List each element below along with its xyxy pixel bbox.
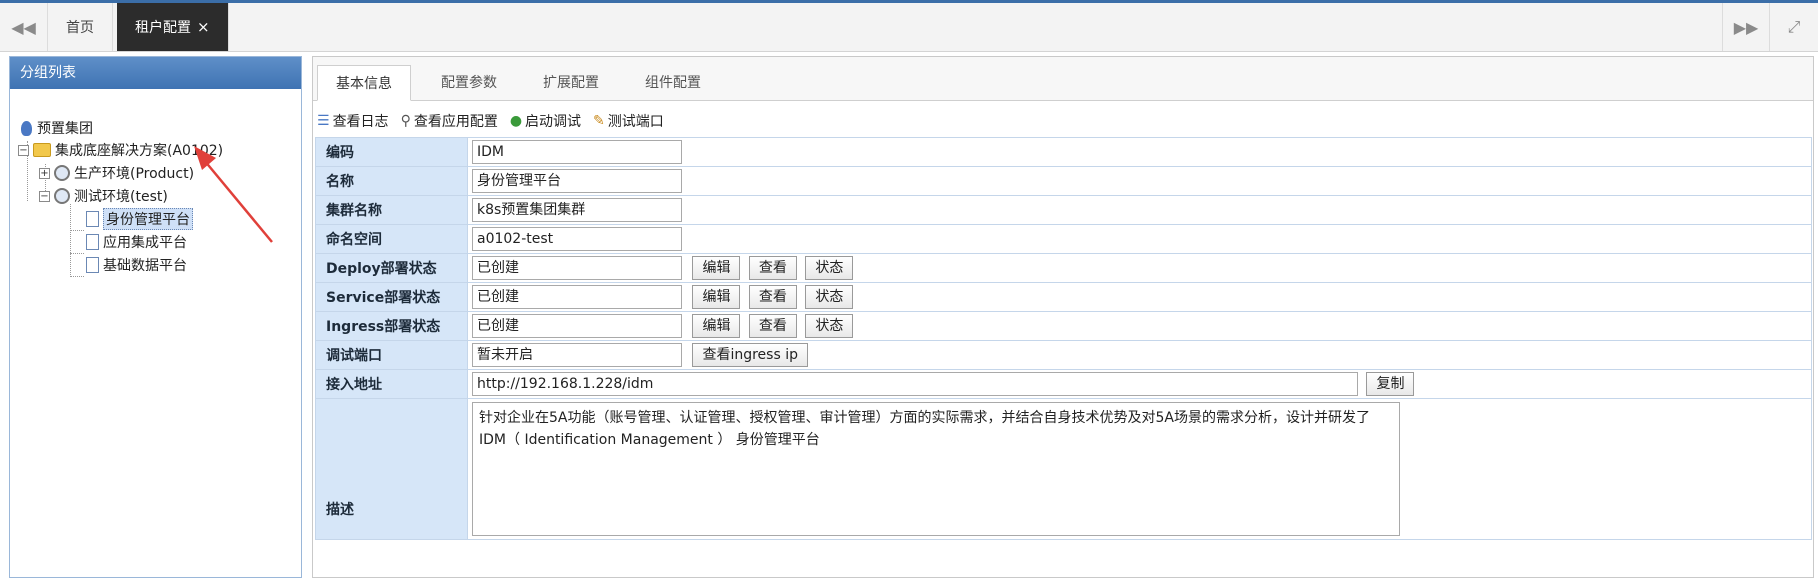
ingress-view-button[interactable]: 查看 xyxy=(748,314,797,338)
tree-node-app-integration[interactable]: 应用集成平台 xyxy=(86,231,187,253)
tree-node-env-test[interactable]: − 测试环境(test) xyxy=(39,185,168,207)
description-label: 描述 xyxy=(315,398,468,540)
form-row-ingress: Ingress部署状态 已创建 编辑 查看 状态 xyxy=(315,311,1812,341)
environment-icon xyxy=(54,165,70,181)
ingress-status-label: Ingress部署状态 xyxy=(315,311,468,341)
deploy-status-field[interactable]: 已创建 xyxy=(472,256,682,280)
tab-extended-config[interactable]: 扩展配置 xyxy=(525,65,617,101)
start-debug-button[interactable]: ● 启动调试 xyxy=(510,111,581,131)
service-view-button[interactable]: 查看 xyxy=(748,285,797,309)
form-row-service: Service部署状态 已创建 编辑 查看 状态 xyxy=(315,282,1812,312)
deploy-status-button[interactable]: 状态 xyxy=(805,256,854,280)
folder-icon xyxy=(33,143,51,157)
form-row-deploy: Deploy部署状态 已创建 编辑 查看 状态 xyxy=(315,253,1812,283)
tab-config-params[interactable]: 配置参数 xyxy=(423,65,515,101)
cluster-field[interactable]: k8s预置集团集群 xyxy=(472,198,682,222)
access-url-field[interactable]: http://192.168.1.228/idm xyxy=(472,372,1358,396)
panel-title: 分组列表 xyxy=(10,57,301,89)
tab-component-config[interactable]: 组件配置 xyxy=(627,65,719,101)
detail-tabs: 基本信息 配置参数 扩展配置 组件配置 xyxy=(313,57,1813,101)
view-app-config-button[interactable]: ⚲ 查看应用配置 xyxy=(401,111,498,131)
service-status-label: Service部署状态 xyxy=(315,282,468,312)
code-label: 编码 xyxy=(315,137,468,167)
form-row-description: 描述 针对企业在5A功能（账号管理、认证管理、授权管理、审计管理）方面的实际需求… xyxy=(315,398,1812,540)
form-row-namespace: 命名空间 a0102-test xyxy=(315,224,1812,254)
page-icon xyxy=(86,257,99,273)
form-row-debug-port: 调试端口 暂未开启 查看ingress ip xyxy=(315,340,1812,370)
tab-basic-info[interactable]: 基本信息 xyxy=(317,65,411,101)
double-chevron-right-icon: ▶▶ xyxy=(1733,17,1759,37)
form-row-access-url: 接入地址 http://192.168.1.228/idm 复制 xyxy=(315,369,1812,399)
access-url-label: 接入地址 xyxy=(315,369,468,399)
search-icon: ⚲ xyxy=(400,113,411,129)
debug-port-label: 调试端口 xyxy=(315,340,468,370)
view-log-button[interactable]: ☰ 查看日志 xyxy=(317,111,389,131)
start-icon: ● xyxy=(509,113,523,129)
copy-button[interactable]: 复制 xyxy=(1366,372,1415,396)
tab-tenant-config[interactable]: 租户配置 × xyxy=(117,3,229,51)
fullscreen-button[interactable]: ⤢ xyxy=(1770,3,1818,51)
service-edit-button[interactable]: 编辑 xyxy=(692,285,741,309)
tree-node-app-basedata[interactable]: 基础数据平台 xyxy=(86,254,187,276)
deploy-view-button[interactable]: 查看 xyxy=(748,256,797,280)
top-tab-bar: ◀◀ 首页 租户配置 × ▶▶ ⤢ xyxy=(0,0,1818,52)
ingress-status-button[interactable]: 状态 xyxy=(805,314,854,338)
namespace-field[interactable]: a0102-test xyxy=(472,227,682,251)
detail-panel: 基本信息 配置参数 扩展配置 组件配置 ☰ 查看日志 ⚲ 查看应用配置 ● 启动… xyxy=(312,56,1814,578)
collapse-icon[interactable]: − xyxy=(39,190,50,202)
name-label: 名称 xyxy=(315,166,468,196)
double-chevron-left-icon: ◀◀ xyxy=(11,17,36,37)
form-row-cluster: 集群名称 k8s预置集团集群 xyxy=(315,195,1812,225)
tool-icon: ✎ xyxy=(593,113,605,129)
tab-home[interactable]: 首页 xyxy=(48,3,113,51)
list-icon: ☰ xyxy=(317,113,330,129)
deploy-status-label: Deploy部署状态 xyxy=(315,253,468,283)
environment-icon xyxy=(54,188,70,204)
test-port-button[interactable]: ✎ 测试端口 xyxy=(593,111,664,131)
tree-node-app-idm[interactable]: 身份管理平台 xyxy=(86,208,193,230)
service-status-button[interactable]: 状态 xyxy=(805,285,854,309)
view-ingress-ip-button[interactable]: 查看ingress ip xyxy=(692,343,808,367)
page-icon xyxy=(86,234,99,250)
scroll-tabs-left-button[interactable]: ◀◀ xyxy=(0,3,48,51)
namespace-label: 命名空间 xyxy=(315,224,468,254)
group-list-panel: 分组列表 预置集团 − 集成底座解决方案(A0102) + 生产环境(Produ… xyxy=(9,56,302,578)
tab-home-label: 首页 xyxy=(66,20,94,36)
close-icon[interactable]: × xyxy=(197,18,210,36)
scroll-tabs-right-button[interactable]: ▶▶ xyxy=(1722,3,1770,51)
deploy-edit-button[interactable]: 编辑 xyxy=(692,256,741,280)
expand-icon[interactable]: + xyxy=(39,167,50,179)
debug-port-field[interactable]: 暂未开启 xyxy=(472,343,682,367)
fullscreen-icon: ⤢ xyxy=(1787,17,1801,36)
tree-node-solution[interactable]: − 集成底座解决方案(A0102) xyxy=(18,139,223,161)
cluster-label: 集群名称 xyxy=(315,195,468,225)
form-row-code: 编码 IDM xyxy=(315,137,1812,167)
code-field[interactable]: IDM xyxy=(472,140,682,164)
service-status-field[interactable]: 已创建 xyxy=(472,285,682,309)
tree-node-root[interactable]: 预置集团 xyxy=(18,117,93,139)
tab-tenant-config-label: 租户配置 xyxy=(135,20,191,36)
tree-node-env-product[interactable]: + 生产环境(Product) xyxy=(39,162,194,184)
form-row-name: 名称 身份管理平台 xyxy=(315,166,1812,196)
collapse-icon[interactable]: − xyxy=(18,144,29,156)
ingress-status-field[interactable]: 已创建 xyxy=(472,314,682,338)
description-textarea[interactable]: 针对企业在5A功能（账号管理、认证管理、授权管理、审计管理）方面的实际需求，并结… xyxy=(472,402,1400,536)
name-field[interactable]: 身份管理平台 xyxy=(472,169,682,193)
action-toolbar: ☰ 查看日志 ⚲ 查看应用配置 ● 启动调试 ✎ 测试端口 xyxy=(317,109,676,133)
group-icon xyxy=(21,120,32,136)
page-icon xyxy=(86,211,99,227)
basic-info-form: 编码 IDM 名称 身份管理平台 集群名称 k8s预置集团集群 命名空间 a01… xyxy=(315,137,1812,540)
ingress-edit-button[interactable]: 编辑 xyxy=(692,314,741,338)
